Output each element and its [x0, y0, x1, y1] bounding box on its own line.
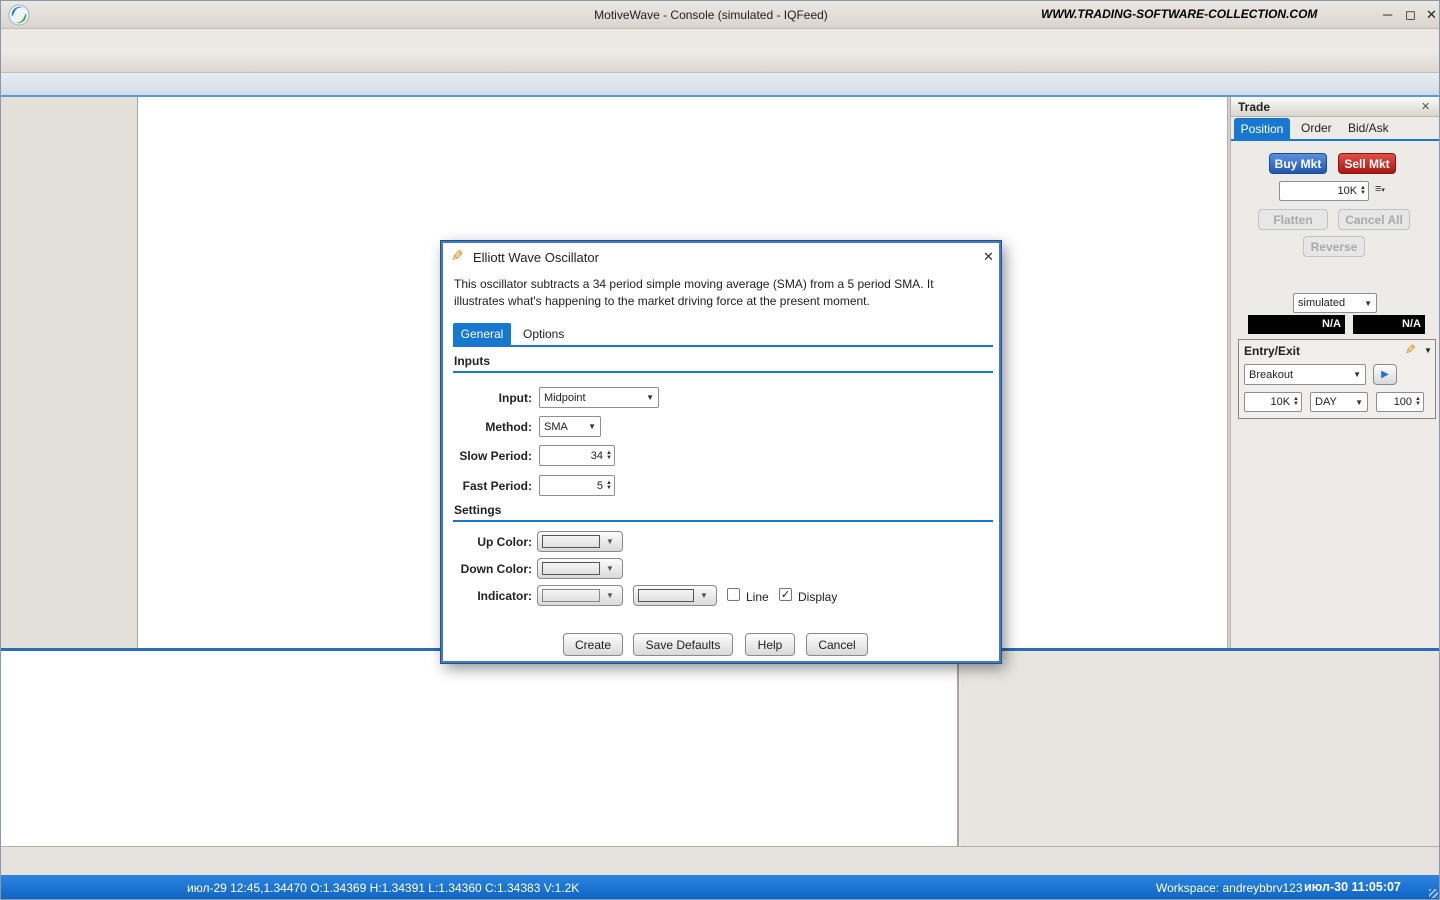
entry-exit-collapse-icon[interactable]: ▼ — [1424, 346, 1432, 355]
price-axis[interactable] — [1159, 97, 1227, 649]
slow-period-stepper[interactable]: 34▲▼ — [539, 445, 615, 466]
sell-mkt-button[interactable]: Sell Mkt — [1338, 153, 1396, 174]
settings-section-label: Settings — [454, 503, 501, 517]
cancel-button[interactable]: Cancel — [806, 633, 868, 656]
input-value: Midpoint — [544, 392, 586, 404]
offset-stepper[interactable]: 100▲▼ — [1376, 392, 1424, 412]
indicator-line-color-picker[interactable]: ▼ — [633, 585, 717, 606]
buy-mkt-button[interactable]: Buy Mkt — [1269, 153, 1327, 174]
trade-tab-bidask[interactable]: Bid/Ask — [1348, 121, 1389, 135]
pnl-box: N/A — [1353, 315, 1425, 334]
indicator-color-swatch — [542, 589, 600, 602]
entry-exit-title: Entry/Exit — [1244, 344, 1300, 358]
title-bar: MotiveWave - Console (simulated - IQFeed… — [1, 1, 1440, 29]
trade-panel: Trade ✕ Position Order Bid/Ask Buy Mkt S… — [1231, 97, 1440, 649]
status-datetime: июл-30 11:05:07 — [1304, 880, 1401, 894]
trade-quantity-value[interactable]: 10K — [1284, 185, 1360, 197]
page-tabs-bar — [1, 846, 1440, 875]
resize-grip[interactable] — [1429, 889, 1438, 898]
up-color-swatch — [542, 535, 600, 548]
menu-bar — [1, 29, 1440, 49]
dialog-close-icon[interactable]: ✕ — [983, 249, 994, 265]
indicator-line-color-swatch — [638, 589, 694, 602]
trade-panel-header: Trade ✕ — [1231, 97, 1440, 117]
elliott-wave-oscillator-dialog: ✎ Elliott Wave Oscillator ✕ This oscilla… — [441, 241, 1001, 663]
method-select[interactable]: SMA▼ — [539, 416, 601, 437]
reverse-button[interactable]: Reverse — [1303, 236, 1365, 257]
dialog-pencil-icon: ✎ — [451, 247, 464, 265]
dialog-tabs-underline — [453, 345, 993, 347]
workspace-label: Workspace: andreybbrv123 — [1156, 881, 1303, 895]
input-select[interactable]: Midpoint▼ — [539, 387, 659, 408]
motivewave-logo-icon — [8, 4, 30, 26]
line-checkbox-label: Line — [746, 590, 769, 604]
account-value: simulated — [1298, 297, 1345, 309]
slow-period-value[interactable]: 34 — [544, 450, 606, 462]
minimize-button[interactable]: ─ — [1383, 7, 1392, 22]
motivewave-window: MotiveWave - Console (simulated - IQFeed… — [0, 0, 1440, 900]
cancel-all-button[interactable]: Cancel All — [1338, 209, 1410, 230]
tif-value: DAY — [1315, 396, 1337, 408]
strategy-value: Breakout — [1249, 369, 1293, 381]
create-button[interactable]: Create — [563, 633, 623, 656]
dialog-description-line1: This oscillator subtracts a 34 period si… — [454, 277, 994, 291]
dialog-tab-options[interactable]: Options — [523, 327, 564, 341]
tif-select[interactable]: DAY▼ — [1310, 392, 1368, 412]
method-value: SMA — [544, 421, 568, 433]
down-color-swatch — [542, 562, 600, 575]
entry-quantity-stepper[interactable]: 10K▲▼ — [1244, 392, 1302, 412]
up-color-label: Up Color: — [444, 535, 532, 549]
down-color-picker[interactable]: ▼ — [537, 558, 623, 579]
display-checkbox[interactable]: ✓ — [779, 588, 792, 601]
account-select[interactable]: simulated▼ — [1293, 293, 1377, 313]
strategy-select[interactable]: Breakout▼ — [1244, 364, 1366, 385]
position-box: N/A — [1248, 315, 1345, 334]
dialog-tab-general[interactable]: General — [453, 323, 511, 345]
trade-quantity-stepper[interactable]: 10K▲▼ — [1279, 181, 1369, 201]
quote-status-text: июл-29 12:45,1.34470 O:1.34369 H:1.34391… — [187, 881, 579, 895]
flatten-button[interactable]: Flatten — [1258, 209, 1328, 230]
trade-tabs-underline — [1231, 139, 1440, 141]
close-button[interactable]: ✕ — [1426, 7, 1437, 23]
components-panel — [1, 97, 138, 649]
status-bar: июл-29 12:45,1.34470 O:1.34369 H:1.34391… — [1, 875, 1440, 900]
fast-period-stepper[interactable]: 5▲▼ — [539, 475, 615, 496]
settings-section-rule — [453, 520, 993, 522]
indicator-color-picker[interactable]: ▼ — [537, 585, 623, 606]
inputs-section-label: Inputs — [454, 354, 490, 368]
method-field-label: Method: — [444, 420, 532, 434]
dialog-description-line2: illustrates what's happening to the mark… — [454, 294, 994, 308]
trade-title: Trade — [1238, 100, 1270, 114]
fast-period-value[interactable]: 5 — [544, 480, 606, 492]
help-button[interactable]: Help — [745, 633, 795, 656]
trade-tab-position[interactable]: Position — [1234, 118, 1290, 139]
maximize-button[interactable]: ◻ — [1405, 7, 1416, 23]
chart-tab-row — [1, 73, 1440, 95]
fast-period-label: Fast Period: — [444, 479, 532, 493]
down-color-label: Down Color: — [444, 562, 532, 576]
index-widgets-panel — [961, 651, 1440, 846]
quantity-presets-icon[interactable]: ≡▾ — [1375, 183, 1385, 195]
run-strategy-button[interactable]: ▶ — [1373, 364, 1397, 385]
offset-value[interactable]: 100 — [1381, 396, 1415, 408]
save-defaults-button[interactable]: Save Defaults — [633, 633, 733, 656]
trade-tab-order[interactable]: Order — [1301, 121, 1332, 135]
line-checkbox[interactable] — [727, 588, 740, 601]
input-field-label: Input: — [444, 391, 532, 405]
main-toolbar — [1, 49, 1440, 73]
watermark-text: WWW.TRADING-SOFTWARE-COLLECTION.COM — [1041, 7, 1341, 21]
watchlist-panel — [1, 651, 959, 846]
window-title: MotiveWave - Console (simulated - IQFeed… — [501, 8, 921, 22]
entry-quantity-value[interactable]: 10K — [1249, 396, 1293, 408]
indicator-label: Indicator: — [444, 589, 532, 603]
trade-close-icon[interactable]: ✕ — [1421, 100, 1430, 113]
inputs-section-rule — [453, 371, 993, 373]
display-checkbox-label: Display — [798, 590, 837, 604]
entry-exit-box: Entry/Exit ✎ ▼ Breakout▼ ▶ 10K▲▼ DAY▼ 10… — [1238, 339, 1436, 419]
dialog-title: Elliott Wave Oscillator — [473, 250, 599, 265]
entry-exit-edit-icon[interactable]: ✎ — [1405, 342, 1416, 358]
up-color-picker[interactable]: ▼ — [537, 531, 623, 552]
slow-period-label: Slow Period: — [444, 449, 532, 463]
